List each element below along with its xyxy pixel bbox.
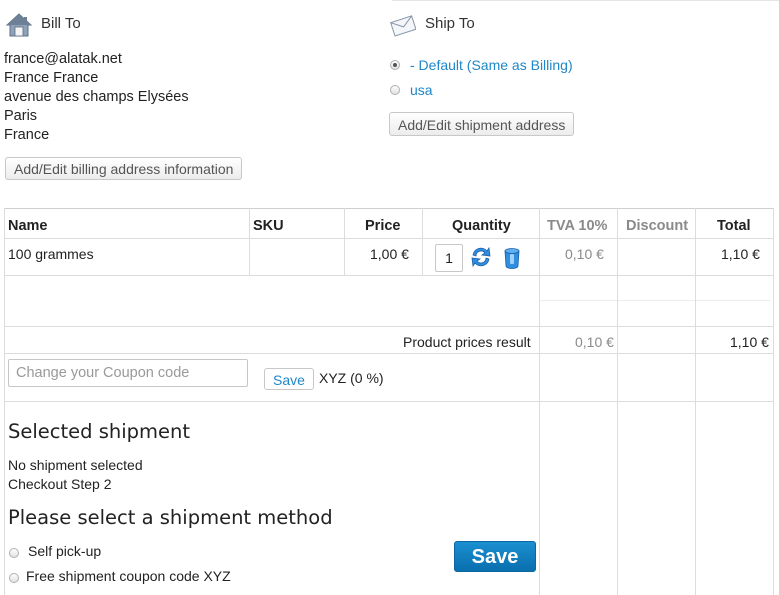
shipment-self-pickup-label[interactable]: Self pick-up: [28, 543, 101, 559]
bill-city: Paris: [4, 108, 38, 124]
bill-email: france@alatak.net: [4, 51, 122, 67]
edit-shipment-address-button[interactable]: Add/Edit shipment address: [389, 112, 575, 136]
update-refresh-icon[interactable]: [469, 245, 493, 269]
result-total: 1,10 €: [730, 334, 769, 350]
top-divider: [392, 0, 779, 1]
product-price: 1,00 €: [370, 246, 409, 262]
table-left-border: [4, 208, 5, 595]
ship-option-usa-label[interactable]: usa: [410, 82, 433, 98]
bill-street: avenue des champs Elysées: [4, 89, 189, 105]
applied-coupon: XYZ (0 %): [319, 370, 384, 386]
empty-row-divider: [540, 300, 770, 301]
shipment-free-coupon-label[interactable]: Free shipment coupon code XYZ: [26, 568, 231, 584]
edit-billing-button[interactable]: Add/Edit billing address information: [5, 157, 243, 180]
checkout-step: Checkout Step 2: [8, 476, 112, 492]
col-divider-sku: [249, 208, 250, 275]
coupon-save-button[interactable]: Save: [264, 368, 314, 390]
coupon-bottom-divider: [4, 401, 774, 402]
envelope-icon: [390, 12, 417, 38]
product-tax: 0,10 €: [565, 246, 604, 262]
home-icon: [5, 12, 33, 38]
save-shipment-button[interactable]: Save: [454, 541, 536, 572]
col-divider-quantity: [422, 208, 423, 275]
result-bottom-divider: [4, 353, 774, 354]
col-header-tax: TVA 10%: [547, 218, 608, 234]
selected-shipment-title: Selected shipment: [8, 420, 191, 443]
col-header-price: Price: [365, 218, 401, 234]
row-divider: [4, 275, 774, 276]
col-header-total: Total: [717, 218, 751, 234]
col-divider-total: [695, 208, 696, 595]
col-divider-price: [344, 208, 345, 275]
select-shipment-title: Please select a shipment method: [8, 506, 333, 529]
table-right-border: [773, 208, 774, 595]
bill-name: France France: [4, 70, 99, 86]
delete-trash-icon[interactable]: [502, 247, 522, 269]
product-total: 1,10 €: [721, 246, 760, 262]
col-header-sku: SKU: [253, 218, 284, 234]
shipment-status: No shipment selected: [8, 457, 143, 473]
shipment-self-pickup-radio[interactable]: [9, 548, 19, 558]
ship-to-title: Ship To: [425, 15, 475, 32]
bill-country: France: [4, 127, 50, 143]
result-top-divider: [4, 326, 774, 327]
col-header-discount: Discount: [626, 218, 689, 234]
header-divider: [4, 238, 774, 239]
ship-option-default-radio[interactable]: [390, 60, 400, 70]
coupon-code-input[interactable]: [8, 359, 248, 387]
col-divider-discount: [617, 208, 618, 595]
quantity-input[interactable]: 1: [435, 244, 463, 272]
col-header-name: Name: [8, 218, 48, 234]
bill-to-title: Bill To: [41, 15, 81, 32]
shipment-free-coupon-radio[interactable]: [9, 573, 19, 583]
ship-option-default-label[interactable]: - Default (Same as Billing): [410, 57, 573, 73]
product-prices-result-label: Product prices result: [403, 334, 531, 350]
col-header-quantity: Quantity: [452, 218, 511, 234]
result-tax: 0,10 €: [575, 334, 614, 350]
product-name-link[interactable]: 100 grammes: [8, 246, 94, 262]
ship-option-usa-radio[interactable]: [390, 85, 400, 95]
table-top-border: [4, 208, 774, 209]
col-divider-tax: [539, 208, 540, 595]
